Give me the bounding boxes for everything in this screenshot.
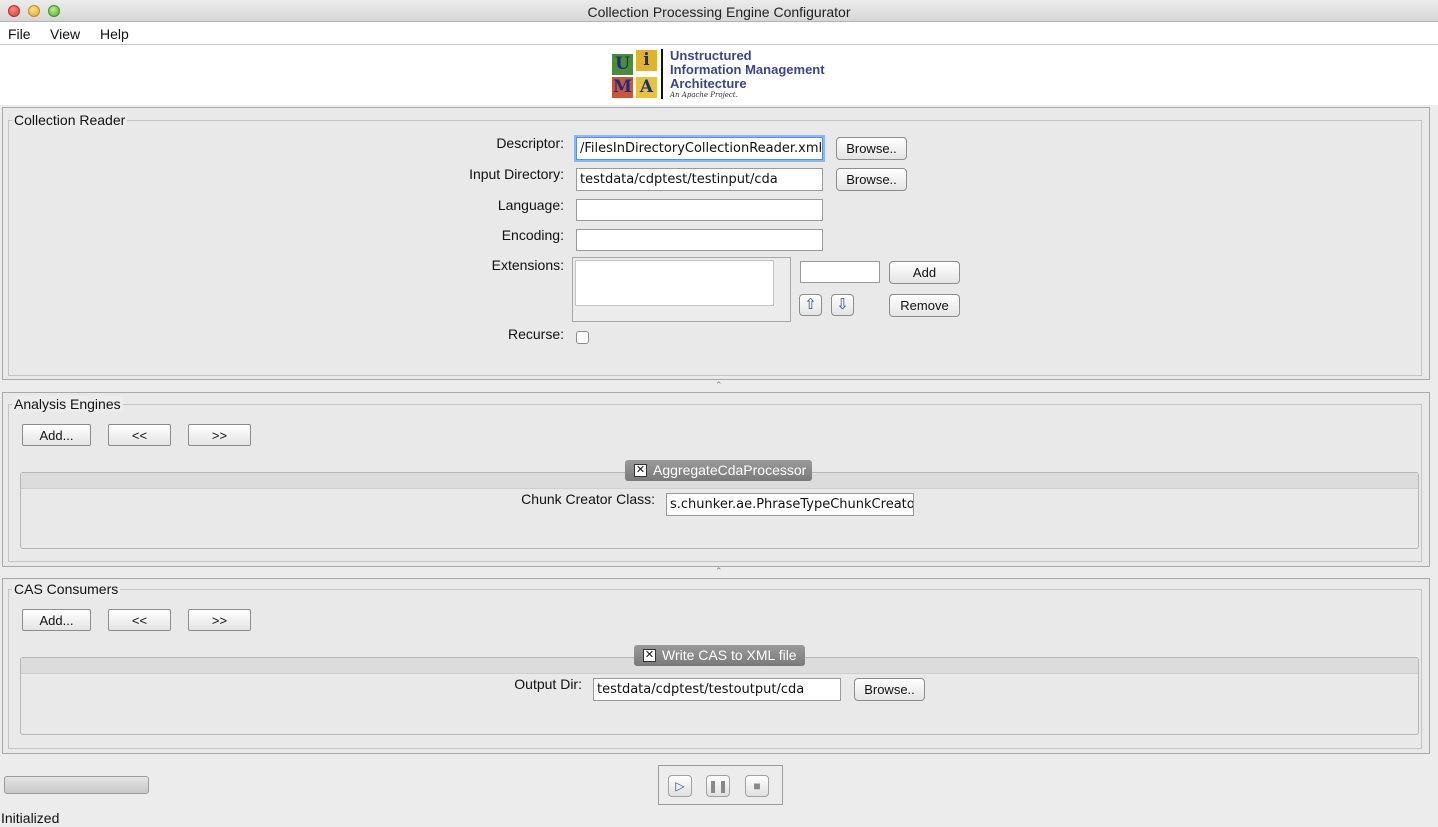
extension-remove-button[interactable]: Remove bbox=[889, 294, 960, 317]
close-icon[interactable]: ✕ bbox=[643, 649, 656, 662]
logo-text-line-1: Unstructured bbox=[670, 48, 752, 63]
logo-tagline: An Apache Project. bbox=[670, 91, 738, 99]
ae-tab-label: AggregateCdaProcessor bbox=[653, 462, 807, 478]
tab-write-cas-to-xml[interactable]: ✕ Write CAS to XML file bbox=[634, 645, 805, 666]
menu-file[interactable]: File bbox=[8, 26, 31, 42]
ae-move-right-button[interactable]: >> bbox=[188, 424, 251, 446]
extensions-list-scroll[interactable] bbox=[572, 257, 791, 322]
analysis-engines-title: Analysis Engines bbox=[12, 396, 123, 412]
cas-consumers-title: CAS Consumers bbox=[12, 581, 121, 597]
arrow-down-icon[interactable]: ⇩ bbox=[831, 294, 854, 316]
encoding-field[interactable] bbox=[576, 229, 823, 251]
menu-help[interactable]: Help bbox=[100, 26, 129, 42]
language-label: Language: bbox=[497, 197, 564, 213]
run-controls: ▷ ❚❚ ■ bbox=[658, 765, 783, 805]
status-text: Initialized bbox=[1, 810, 60, 826]
extension-add-button[interactable]: Add bbox=[889, 261, 960, 284]
logo-tile-u: U bbox=[612, 54, 633, 75]
extension-entry-field[interactable] bbox=[800, 261, 880, 283]
output-dir-browse-button[interactable]: Browse.. bbox=[854, 678, 925, 701]
recurse-label: Recurse: bbox=[507, 326, 564, 342]
encoding-label: Encoding: bbox=[501, 227, 564, 243]
logo-tile-m: M bbox=[612, 77, 633, 98]
input-directory-field[interactable]: testdata/cdptest/testinput/cda bbox=[576, 168, 823, 191]
close-icon[interactable]: ✕ bbox=[634, 464, 647, 477]
title-bar: Collection Processing Engine Configurato… bbox=[0, 0, 1438, 22]
output-dir-label: Output Dir: bbox=[514, 676, 582, 692]
pause-icon[interactable]: ❚❚ bbox=[706, 775, 730, 797]
ae-add-button[interactable]: Add... bbox=[22, 424, 91, 446]
descriptor-field[interactable]: /FilesInDirectoryCollectionReader.xml bbox=[576, 137, 823, 160]
tab-aggregate-cda-processor[interactable]: ✕ AggregateCdaProcessor bbox=[625, 460, 812, 481]
recurse-checkbox[interactable] bbox=[576, 331, 589, 344]
progress-bar bbox=[4, 776, 149, 794]
collection-reader-title: Collection Reader bbox=[12, 112, 128, 128]
extensions-label: Extensions: bbox=[491, 257, 564, 273]
logo-text-line-2: Information Management bbox=[670, 62, 825, 77]
menu-bar: File View Help bbox=[0, 22, 1438, 45]
logo-separator bbox=[661, 49, 663, 99]
cc-move-left-button[interactable]: << bbox=[108, 609, 171, 631]
logo-text-line-3: Architecture bbox=[670, 76, 747, 91]
chunk-creator-class-label: Chunk Creator Class: bbox=[521, 491, 655, 507]
arrow-up-icon[interactable]: ⇧ bbox=[799, 294, 822, 316]
descriptor-browse-button[interactable]: Browse.. bbox=[836, 137, 907, 160]
cc-move-right-button[interactable]: >> bbox=[188, 609, 251, 631]
splitter-handle-2[interactable]: ⌃ bbox=[715, 566, 723, 577]
ae-move-left-button[interactable]: << bbox=[108, 424, 171, 446]
extensions-list[interactable] bbox=[575, 260, 774, 306]
logo-tile-a: A bbox=[636, 77, 657, 98]
cc-add-button[interactable]: Add... bbox=[22, 609, 91, 631]
descriptor-label: Descriptor: bbox=[496, 135, 564, 151]
logo-tile-i: i bbox=[636, 50, 657, 71]
input-directory-label: Input Directory: bbox=[469, 166, 564, 182]
language-field[interactable] bbox=[576, 199, 823, 221]
play-icon[interactable]: ▷ bbox=[668, 775, 692, 797]
splitter-handle-1[interactable]: ⌃ bbox=[715, 380, 723, 391]
chunk-creator-class-field[interactable]: s.chunker.ae.PhraseTypeChunkCreator bbox=[666, 493, 914, 516]
input-directory-browse-button[interactable]: Browse.. bbox=[836, 168, 907, 191]
menu-view[interactable]: View bbox=[50, 26, 80, 42]
window-title: Collection Processing Engine Configurato… bbox=[587, 4, 851, 20]
output-dir-field[interactable]: testdata/cdptest/testoutput/cda bbox=[593, 678, 841, 701]
cc-tab-label: Write CAS to XML file bbox=[662, 647, 797, 663]
stop-icon[interactable]: ■ bbox=[745, 775, 769, 797]
